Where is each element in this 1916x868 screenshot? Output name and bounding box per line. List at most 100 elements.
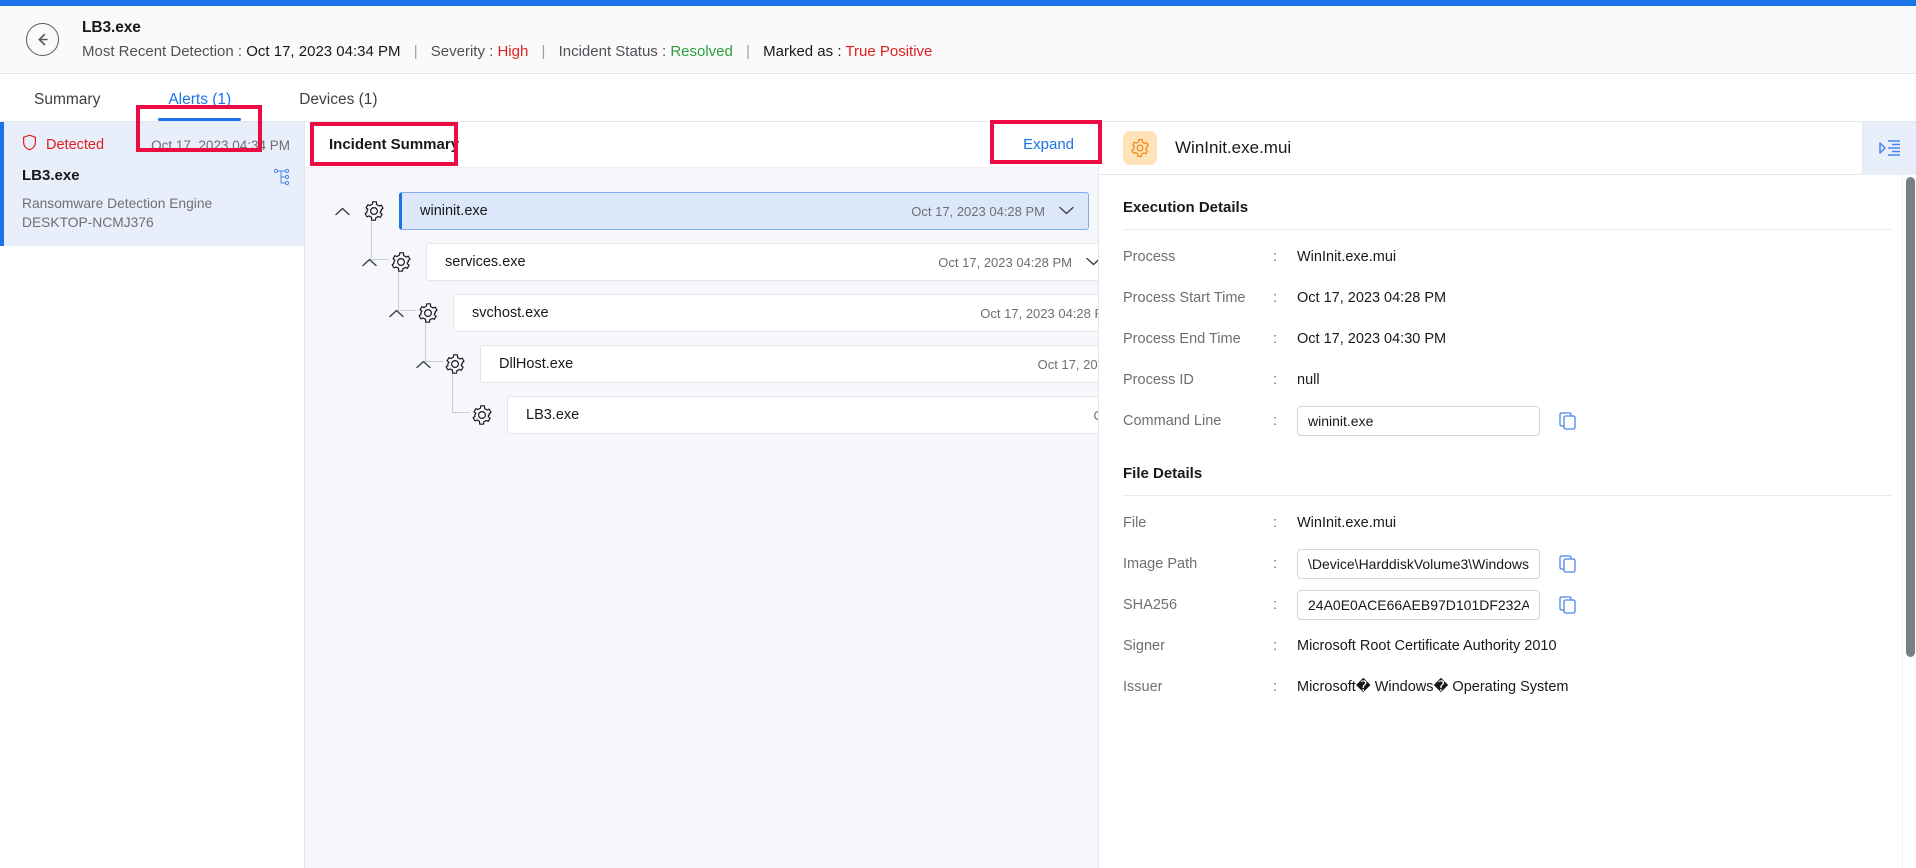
process-time: Oct 17, 2023 04:28 PM: [980, 305, 1098, 321]
field-signer: Signer : Microsoft Root Certificate Auth…: [1123, 625, 1892, 666]
expand-button[interactable]: Expand: [1023, 136, 1074, 153]
detail-panel: WinInit.exe.mui Execution Details Proces…: [1099, 121, 1916, 868]
sha256-input[interactable]: [1297, 589, 1540, 620]
meta-marked-label: Marked as :: [763, 42, 842, 60]
field-value: null: [1297, 371, 1320, 388]
field-colon: :: [1273, 637, 1278, 654]
header-meta: Most Recent Detection : Oct 17, 2023 04:…: [82, 42, 932, 61]
detail-header-left: WinInit.exe.mui: [1099, 131, 1862, 165]
tab-summary[interactable]: Summary: [30, 91, 104, 121]
alert-process-name: LB3.exe: [22, 167, 80, 184]
field-value: Oct 17, 2023 04:28 PM: [1297, 289, 1447, 306]
field-process-end-time: Process End Time : Oct 17, 2023 04:30 PM: [1123, 318, 1892, 359]
field-colon: :: [1273, 412, 1278, 429]
copy-icon[interactable]: [1558, 411, 1578, 431]
header-text-block: LB3.exe Most Recent Detection : Oct 17, …: [82, 19, 932, 61]
process-name: wininit.exe: [420, 203, 488, 219]
tree-node-card[interactable]: services.exe Oct 17, 2023 04:28 PM: [426, 243, 1098, 281]
tree-node-card[interactable]: wininit.exe Oct 17, 2023 04:28 PM: [399, 192, 1089, 230]
incident-alert-page: LB3.exe Most Recent Detection : Oct 17, …: [0, 0, 1916, 868]
field-colon: :: [1273, 330, 1278, 347]
field-colon: :: [1273, 371, 1278, 388]
detail-panel-header: WinInit.exe.mui: [1099, 121, 1916, 175]
tree-node-card[interactable]: LB3.exe Oct 17, 2023: [507, 396, 1098, 434]
field-value: Oct 17, 2023 04:30 PM: [1297, 330, 1447, 347]
process-name: LB3.exe: [526, 407, 580, 423]
copy-icon[interactable]: [1558, 554, 1578, 574]
detail-panel-body: Execution Details Process : WinInit.exe.…: [1099, 175, 1916, 868]
collapse-caret[interactable]: [410, 351, 436, 377]
collapse-caret[interactable]: [356, 249, 382, 275]
process-tree-icon[interactable]: [273, 167, 290, 191]
section-divider: [1123, 229, 1892, 230]
gear-icon: [413, 298, 443, 328]
meta-severity-label: Severity :: [430, 42, 494, 60]
incident-summary-header: Incident Summary Expand: [305, 122, 1098, 168]
tree-row: services.exe Oct 17, 2023 04:28 PM: [305, 237, 1098, 287]
field-process: Process : WinInit.exe.mui: [1123, 236, 1892, 277]
field-colon: :: [1273, 678, 1278, 695]
gear-icon: [467, 400, 497, 430]
scrollbar-thumb[interactable]: [1906, 177, 1915, 657]
meta-separator-3: |: [746, 42, 750, 60]
tree-node-card[interactable]: DllHost.exe Oct 17, 2023 04:3: [480, 345, 1098, 383]
meta-detection-value: Oct 17, 2023 04:34 PM: [246, 42, 401, 60]
image-path-input[interactable]: [1297, 548, 1540, 579]
tab-bar: Summary Alerts (1) Devices (1): [0, 74, 1916, 122]
command-line-input[interactable]: [1297, 405, 1540, 436]
field-label: Process Start Time: [1123, 289, 1246, 306]
shield-icon: [22, 134, 37, 156]
tab-alerts[interactable]: Alerts (1): [158, 91, 242, 121]
field-file: File : WinInit.exe.mui: [1123, 502, 1892, 543]
field-colon: :: [1273, 555, 1278, 572]
execution-details-title: Execution Details: [1123, 199, 1249, 216]
field-sha256: SHA256 :: [1123, 584, 1892, 625]
alert-engine: Ransomware Detection Engine: [22, 196, 213, 211]
section-divider: [1123, 495, 1892, 496]
field-label: Process: [1123, 248, 1176, 265]
process-tree: wininit.exe Oct 17, 2023 04:28 PM servic…: [305, 168, 1098, 868]
copy-icon[interactable]: [1558, 595, 1578, 615]
chevron-down-icon[interactable]: [1086, 253, 1098, 271]
field-colon: :: [1273, 248, 1278, 265]
field-label: Image Path: [1123, 555, 1198, 572]
field-label: Signer: [1123, 637, 1165, 654]
field-process-id: Process ID : null: [1123, 359, 1892, 400]
field-colon: :: [1273, 289, 1278, 306]
field-label: File: [1123, 514, 1147, 531]
alert-card[interactable]: Detected Oct 17, 2023 04:34 PM LB3.exe R…: [0, 122, 304, 246]
alert-status-row: Detected Oct 17, 2023 04:34 PM: [22, 134, 290, 156]
console-list-icon[interactable]: [1862, 121, 1916, 175]
incident-summary-panel: Incident Summary Expand wininit.exe Oct …: [305, 122, 1099, 868]
alert-list-panel: Detected Oct 17, 2023 04:34 PM LB3.exe R…: [0, 122, 305, 868]
meta-status-label: Incident Status :: [558, 42, 667, 60]
field-colon: :: [1273, 514, 1278, 531]
back-button[interactable]: [26, 23, 59, 56]
caret-placeholder: [437, 402, 463, 428]
gear-icon: [440, 349, 470, 379]
tree-node-card[interactable]: svchost.exe Oct 17, 2023 04:28 PM: [453, 294, 1098, 332]
marked-as-value: True Positive: [845, 42, 933, 60]
process-time: Oct 17, 2023 04:3: [1037, 356, 1098, 372]
tab-devices[interactable]: Devices (1): [295, 91, 381, 121]
chevron-down-icon[interactable]: [1059, 202, 1074, 220]
process-name: DllHost.exe: [499, 356, 574, 372]
file-details-title: File Details: [1123, 465, 1203, 482]
field-label: Issuer: [1123, 678, 1163, 695]
collapse-caret[interactable]: [383, 300, 409, 326]
process-time: Oct 17, 2023 04:28 PM: [911, 203, 1045, 219]
process-time: Oct 17, 2023 04:28 PM: [938, 254, 1072, 270]
process-time: Oct 17, 2023: [1094, 408, 1098, 423]
collapse-caret[interactable]: [329, 198, 355, 224]
gear-icon: [386, 247, 416, 277]
alert-device: DESKTOP-NCMJ376: [22, 215, 154, 230]
field-command-line: Command Line :: [1123, 400, 1892, 441]
incident-status-value: Resolved: [670, 42, 733, 60]
detail-panel-scrollbar[interactable]: [1902, 175, 1916, 868]
process-name: services.exe: [445, 254, 526, 270]
field-label: Process ID: [1123, 371, 1194, 388]
tree-row: wininit.exe Oct 17, 2023 04:28 PM: [305, 186, 1098, 236]
field-label: SHA256: [1123, 596, 1178, 613]
field-label: Process End Time: [1123, 330, 1241, 347]
field-value: Microsoft� Windows� Operating System: [1297, 678, 1569, 695]
